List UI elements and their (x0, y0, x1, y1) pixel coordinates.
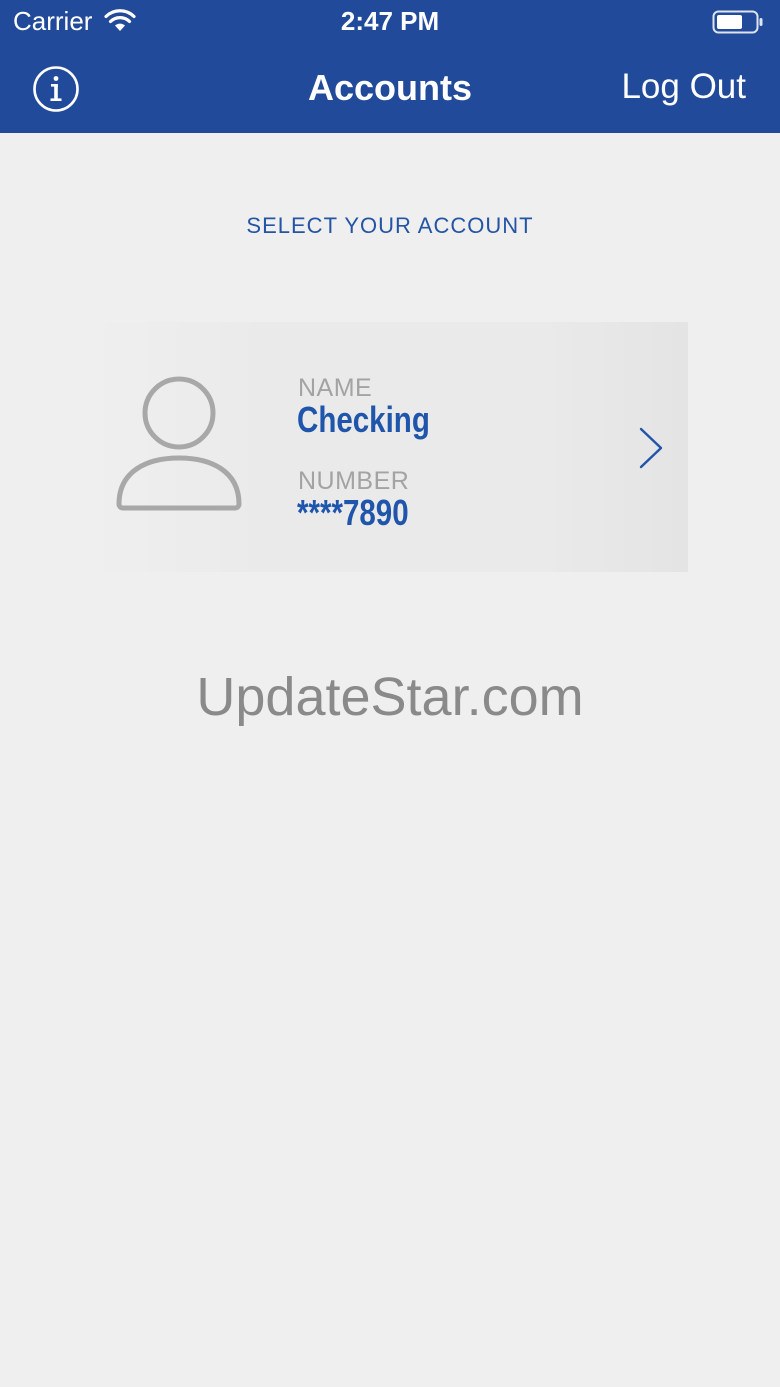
status-bar: Carrier 2:47 PM (0, 0, 780, 44)
log-out-button[interactable]: Log Out (621, 67, 746, 107)
chevron-right-icon[interactable] (637, 426, 665, 470)
account-number-value: ****7890 (297, 492, 409, 533)
navigation-bar: Accounts Log Out (0, 44, 780, 133)
user-avatar-icon (116, 376, 242, 511)
battery-icon (712, 10, 763, 34)
clock-time: 2:47 PM (340, 6, 440, 36)
account-card-checking[interactable]: NAME Checking NUMBER ****7890 (92, 322, 688, 572)
app-header: Carrier 2:47 PM Accounts Log Out (0, 0, 780, 133)
watermark-text: UpdateStar.com (196, 667, 584, 727)
account-name-value: Checking (297, 399, 430, 440)
select-account-heading: SELECT YOUR ACCOUNT (246, 213, 534, 238)
